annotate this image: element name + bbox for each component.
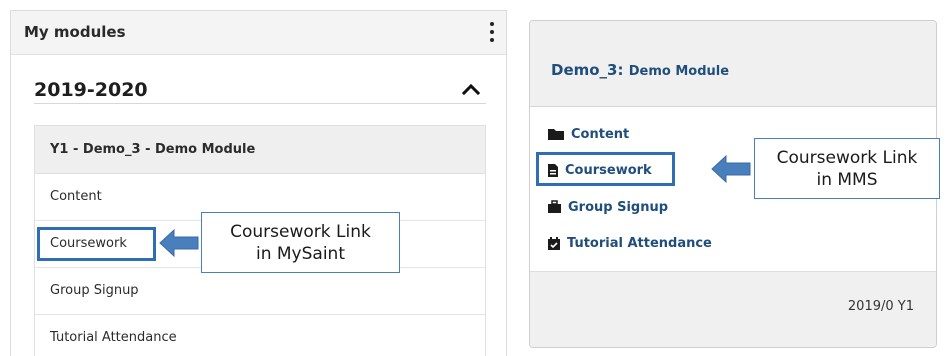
document-icon <box>548 163 558 177</box>
kebab-menu-icon[interactable] <box>488 22 496 42</box>
panel-title: My modules <box>24 23 126 41</box>
year-heading: 2019-2020 <box>34 79 148 101</box>
mms-link-coursework[interactable]: Coursework <box>547 159 652 181</box>
calendar-check-icon <box>548 236 560 250</box>
arrow-left-icon <box>711 154 751 184</box>
folder-icon <box>548 129 564 140</box>
module-link-group-signup[interactable]: Group Signup <box>35 268 485 315</box>
arrow-left-icon <box>159 228 199 258</box>
mysaint-callout: Coursework Link in MySaint <box>201 212 400 273</box>
session-label: 2019/0 Y1 <box>847 299 914 314</box>
module-code: Demo_3: <box>551 61 624 79</box>
module-title: Y1 - Demo_3 - Demo Module <box>35 126 485 174</box>
link-label: Group Signup <box>568 199 669 215</box>
callout-line: in MySaint <box>255 243 345 264</box>
mms-link-group-signup[interactable]: Group Signup <box>547 196 668 218</box>
module-link-tutorial-attendance[interactable]: Tutorial Attendance <box>35 315 485 356</box>
mms-link-tutorial-attendance[interactable]: Tutorial Attendance <box>547 232 712 254</box>
chevron-up-icon[interactable] <box>461 81 481 97</box>
mms-link-content[interactable]: Content <box>547 123 629 145</box>
divider <box>34 103 486 104</box>
module-name: Demo Module <box>628 64 730 79</box>
card-footer: 2019/0 Y1 <box>530 271 936 347</box>
callout-line: in MMS <box>816 169 878 190</box>
panel-header: My modules <box>11 11 506 55</box>
mms-callout: Coursework Link in MMS <box>754 138 940 199</box>
mysaint-modules-panel: My modules 2019-2020 Y1 - Demo_3 - Demo … <box>10 10 507 356</box>
briefcase-icon <box>548 200 561 213</box>
module-title[interactable]: Demo_3: Demo Module <box>551 61 729 79</box>
link-label: Tutorial Attendance <box>567 235 712 251</box>
link-label: Coursework <box>565 162 652 178</box>
callout-line: Coursework Link <box>230 221 371 242</box>
link-label: Content <box>571 126 630 142</box>
callout-line: Coursework Link <box>776 147 918 168</box>
card-header: Demo_3: Demo Module <box>530 21 936 107</box>
